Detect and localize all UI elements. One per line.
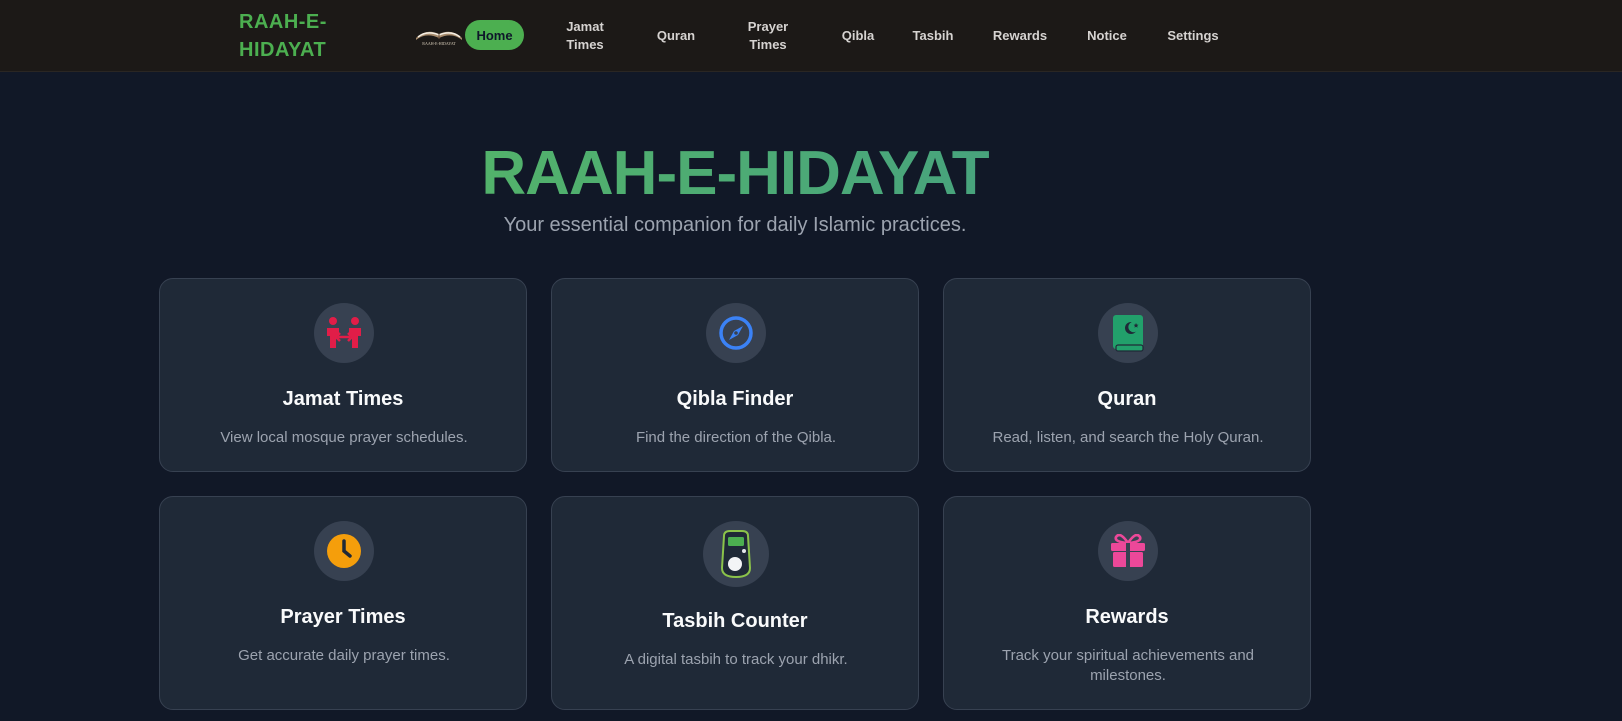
nav-notice[interactable]: Notice [1084,0,1130,72]
nav-settings[interactable]: Settings [1165,0,1221,72]
card-icon-circle [314,521,374,581]
card-icon-circle [1098,521,1158,581]
card-description: View local mosque prayer schedules. [220,429,468,446]
nav-prayer-line-2: Times [749,37,787,52]
card-qibla-finder[interactable]: Qibla Finder Find the direction of the Q… [551,278,919,472]
gift-icon [1111,534,1145,567]
nav-prayer-times[interactable]: Prayer Times [740,0,796,72]
card-icon-circle [703,521,769,587]
nav-prayer-line-1: Prayer [747,19,789,34]
card-icon-circle [706,303,766,363]
brand-line-2: HIDAYAT [239,39,327,61]
card-description: Get accurate daily prayer times. [238,647,450,664]
top-nav-bar: RAAH-E- HIDAYAT RAAH-E-HIDAYAT Home Jama… [0,0,1622,72]
nav-jamat-line-2: Times [566,37,604,52]
card-icon-circle [314,303,374,363]
card-title: Quran [1097,388,1157,410]
nav-rewards[interactable]: Rewards [991,0,1049,72]
nav-qibla[interactable]: Qibla [838,0,878,72]
card-title: Qibla Finder [676,388,794,410]
nav-jamat-line-1: Jamat [566,19,604,34]
card-rewards[interactable]: Rewards Track your spiritual achievement… [943,496,1311,710]
clock-icon [327,534,361,568]
card-quran[interactable]: Quran Read, listen, and search the Holy … [943,278,1311,472]
nav-home-button[interactable]: Home [465,20,524,50]
card-description: Read, listen, and search the Holy Quran. [992,429,1264,446]
card-icon-circle [1098,303,1158,363]
card-description: Track your spiritual achievements and mi… [1001,647,1255,684]
nav-quran[interactable]: Quran [656,0,696,72]
nav-jamat-times[interactable]: Jamat Times [557,0,613,72]
card-prayer-times[interactable]: Prayer Times Get accurate daily prayer t… [159,496,527,710]
card-description: A digital tasbih to track your dhikr. [624,651,848,668]
quran-logo-image: RAAH-E-HIDAYAT [416,31,462,46]
card-title: Jamat Times [282,388,404,410]
brand-line-1: RAAH-E- [239,11,327,33]
quran-book-icon [1113,315,1144,352]
card-description: Find the direction of the Qibla. [635,429,837,446]
brand-logo-text[interactable]: RAAH-E- HIDAYAT [239,8,349,64]
hero-title: RAAH-E-HIDAYAT [0,138,1470,210]
tasbih-counter-icon [720,530,752,578]
card-title: Prayer Times [280,606,406,628]
hero-subtitle: Your essential companion for daily Islam… [503,214,967,236]
logo-caption: RAAH-E-HIDAYAT [422,41,456,46]
people-arrows-icon [327,317,361,348]
compass-icon [719,316,753,350]
card-tasbih-counter[interactable]: Tasbih Counter A digital tasbih to track… [551,496,919,710]
card-jamat-times[interactable]: Jamat Times View local mosque prayer sch… [159,278,527,472]
nav-tasbih[interactable]: Tasbih [910,0,956,72]
card-title: Rewards [1085,606,1169,628]
card-title: Tasbih Counter [662,610,808,632]
